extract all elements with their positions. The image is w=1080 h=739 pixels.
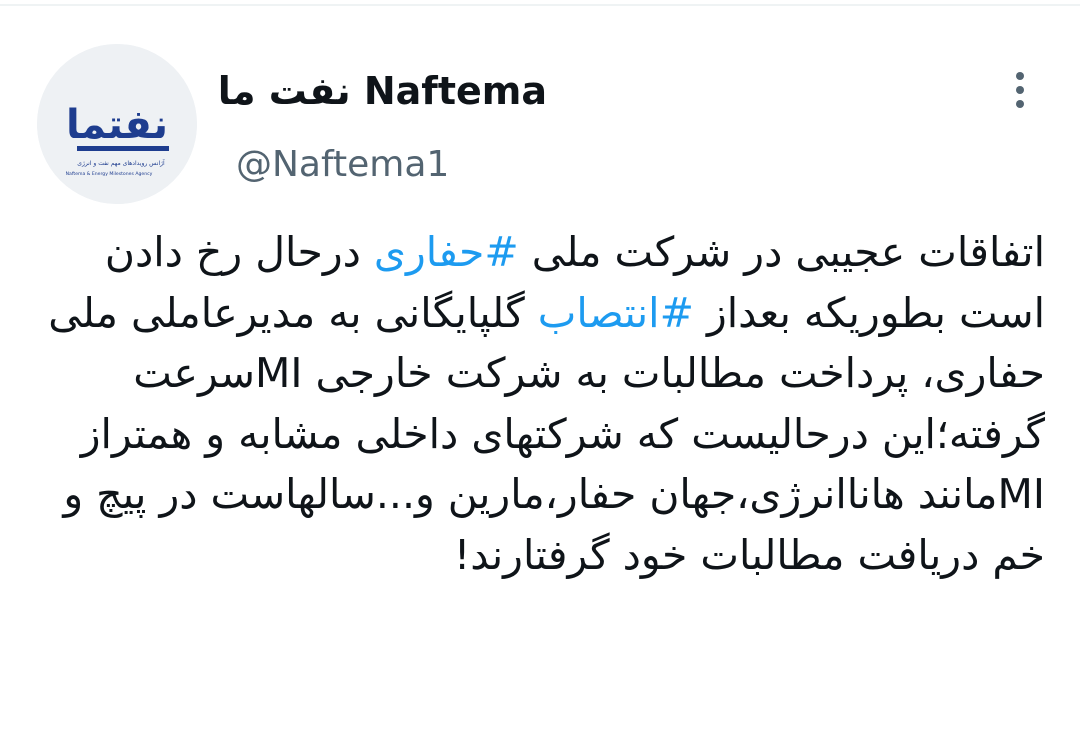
more-vertical-icon: [1016, 72, 1024, 108]
avatar[interactable]: نفتما آژانس رویدادهای مهم نفت و انرژی Na…: [37, 44, 197, 204]
logo-tagline: آژانس رویدادهای مهم نفت و انرژی: [77, 158, 165, 167]
hashtag-link[interactable]: #حفاری: [374, 228, 519, 276]
logo-text: نفتما: [66, 102, 168, 148]
avatar-logo: نفتما آژانس رویدادهای مهم نفت و انرژی Na…: [37, 44, 197, 204]
handle[interactable]: @Naftema1: [236, 140, 449, 190]
logo-tagline-en: Naftema & Energy Milestones Agency: [66, 171, 153, 177]
tweet-text: اتفاقات عجیبی در شرکت ملی #حفاری درحال ر…: [40, 222, 1045, 585]
top-divider: [0, 4, 1080, 6]
more-button[interactable]: [996, 66, 1044, 114]
display-name[interactable]: Naftema نفت ما: [218, 66, 547, 116]
hashtag-link[interactable]: #انتصاب: [538, 289, 694, 337]
tweet-text-part: اتفاقات عجیبی در شرکت ملی: [518, 228, 1045, 276]
